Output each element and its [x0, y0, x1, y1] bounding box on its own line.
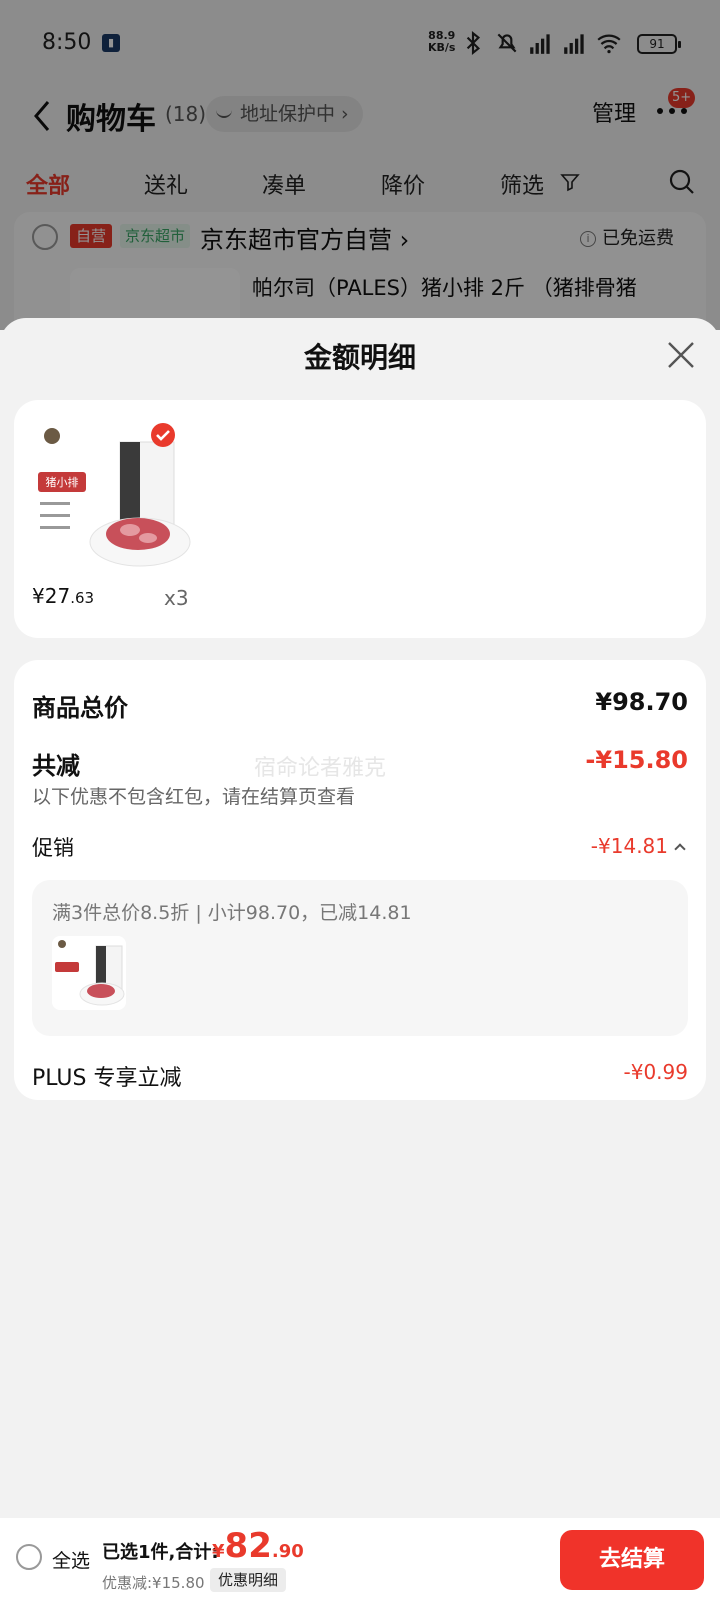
amount-detail-sheet: 金额明细 猪小排 ¥27.63 x3 宿命论者雅克 商品总价 ¥98.70 共减… — [0, 318, 720, 1600]
plus-discount-value: -¥0.99 — [623, 1060, 688, 1084]
checkout-button[interactable]: 去结算 — [560, 1530, 704, 1590]
promotion-value: -¥14.81 — [590, 834, 668, 858]
cart-page-background: 8:50 ▮ 88.9 KB/s 91 购物车 (18) 地址保护中 › 管理 … — [0, 0, 720, 338]
discount-detail-button[interactable]: 优惠明细 — [210, 1568, 287, 1592]
checked-icon[interactable] — [150, 422, 176, 448]
total-discount-label: 共减 — [32, 752, 80, 780]
product-quantity: x3 — [164, 586, 189, 610]
select-all-radio[interactable] — [16, 1544, 42, 1570]
saved-amount: 优惠减:¥15.80 — [102, 1574, 205, 1592]
sheet-title: 金额明细 — [303, 341, 416, 374]
total-price-dec: .90 — [271, 1541, 304, 1562]
promotion-label: 促销 — [32, 836, 74, 860]
svg-text:猪小排: 猪小排 — [46, 475, 79, 489]
watermark: 宿命论者雅克 — [254, 756, 387, 781]
selected-total-label: 已选1件,合计: — [102, 1542, 219, 1563]
total-price-int: 82 — [224, 1526, 272, 1566]
chevron-up-icon — [674, 843, 686, 855]
close-icon[interactable] — [664, 338, 698, 372]
total-discount-value: -¥15.80 — [585, 746, 688, 774]
promotion-detail-box: 满3件总价8.5折 | 小计98.70，已减14.81 — [32, 880, 688, 1036]
product-price-dec: .63 — [70, 589, 95, 607]
discount-note: 以下优惠不包含红包，请在结算页查看 — [32, 786, 356, 808]
total-price-symbol: ¥ — [212, 1541, 225, 1562]
modal-overlay[interactable] — [0, 0, 720, 330]
selected-products-card: 猪小排 ¥27.63 x3 — [14, 400, 706, 638]
amount-breakdown-card: 宿命论者雅克 商品总价 ¥98.70 共减 -¥15.80 以下优惠不包含红包，… — [14, 660, 706, 1100]
goods-total-label: 商品总价 — [32, 694, 128, 722]
checkout-bar: 全选 已选1件,合计: ¥82.90 优惠减:¥15.80 优惠明细 去结算 — [0, 1518, 720, 1600]
product-price-int: ¥27 — [32, 584, 71, 608]
total-price: ¥82.90 — [212, 1526, 304, 1566]
plus-discount-label: PLUS 专享立减 — [32, 1066, 182, 1091]
promotion-rule-text: 满3件总价8.5折 | 小计98.70，已减14.81 — [52, 902, 412, 924]
select-all-label[interactable]: 全选 — [52, 1546, 90, 1573]
product-unit-price: ¥27.63 — [32, 584, 94, 608]
promotion-toggle[interactable]: -¥14.81 — [590, 834, 686, 858]
goods-total-value: ¥98.70 — [595, 688, 688, 716]
promotion-product-thumbnail — [52, 936, 126, 1010]
